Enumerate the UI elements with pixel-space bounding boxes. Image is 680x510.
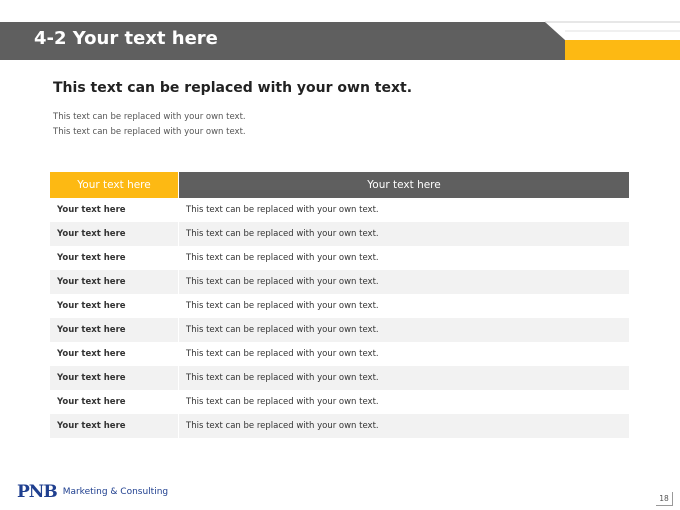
body-text-line: This text can be replaced with your own … [53,112,246,122]
table-cell-label: Your text here [50,414,179,438]
table-cell-text: This text can be replaced with your own … [178,222,629,246]
section-subtitle: This text can be replaced with your own … [53,80,413,96]
table-cell-label: Your text here [50,366,179,390]
table-cell-text: This text can be replaced with your own … [178,270,629,294]
header-bar: 4-2 Your text here [0,0,680,60]
table-cell-label: Your text here [50,318,179,342]
table-row: Your text here This text can be replaced… [50,366,629,390]
table-cell-text: This text can be replaced with your own … [178,366,629,390]
table-header-cell: Your text here [50,172,179,198]
table-row: Your text here This text can be replaced… [50,294,629,318]
table-row: Your text here This text can be replaced… [50,414,629,438]
table-cell-label: Your text here [50,222,179,246]
page-number: 18 [656,492,673,506]
table-cell-text: This text can be replaced with your own … [178,294,629,318]
body-text-line: This text can be replaced with your own … [53,127,246,137]
table-row: Your text here This text can be replaced… [50,318,629,342]
table-cell-text: This text can be replaced with your own … [178,246,629,270]
table-row: Your text here This text can be replaced… [50,246,629,270]
table-cell-label: Your text here [50,246,179,270]
logo-text: Marketing & Consulting [62,487,169,497]
table-cell-label: Your text here [50,390,179,414]
table-header-row: Your text here Your text here [50,172,629,198]
table-cell-text: This text can be replaced with your own … [178,342,629,366]
table-row: Your text here This text can be replaced… [50,390,629,414]
logo-mark: PNB [17,482,58,502]
table-row: Your text here This text can be replaced… [50,198,629,222]
company-logo: PNB Marketing & Consulting [17,482,168,502]
table-cell-label: Your text here [50,270,179,294]
table-header-cell: Your text here [178,172,629,198]
table-cell-text: This text can be replaced with your own … [178,198,629,222]
table-cell-text: This text can be replaced with your own … [178,414,629,438]
table-cell-label: Your text here [50,198,179,222]
table-row: Your text here This text can be replaced… [50,270,629,294]
table-cell-text: This text can be replaced with your own … [178,318,629,342]
table-cell-label: Your text here [50,294,179,318]
table-cell-text: This text can be replaced with your own … [178,390,629,414]
data-table: Your text here Your text here Your text … [50,172,629,438]
table-row: Your text here This text can be replaced… [50,342,629,366]
table-cell-label: Your text here [50,342,179,366]
page-title: 4-2 Your text here [34,28,218,49]
table-row: Your text here This text can be replaced… [50,222,629,246]
